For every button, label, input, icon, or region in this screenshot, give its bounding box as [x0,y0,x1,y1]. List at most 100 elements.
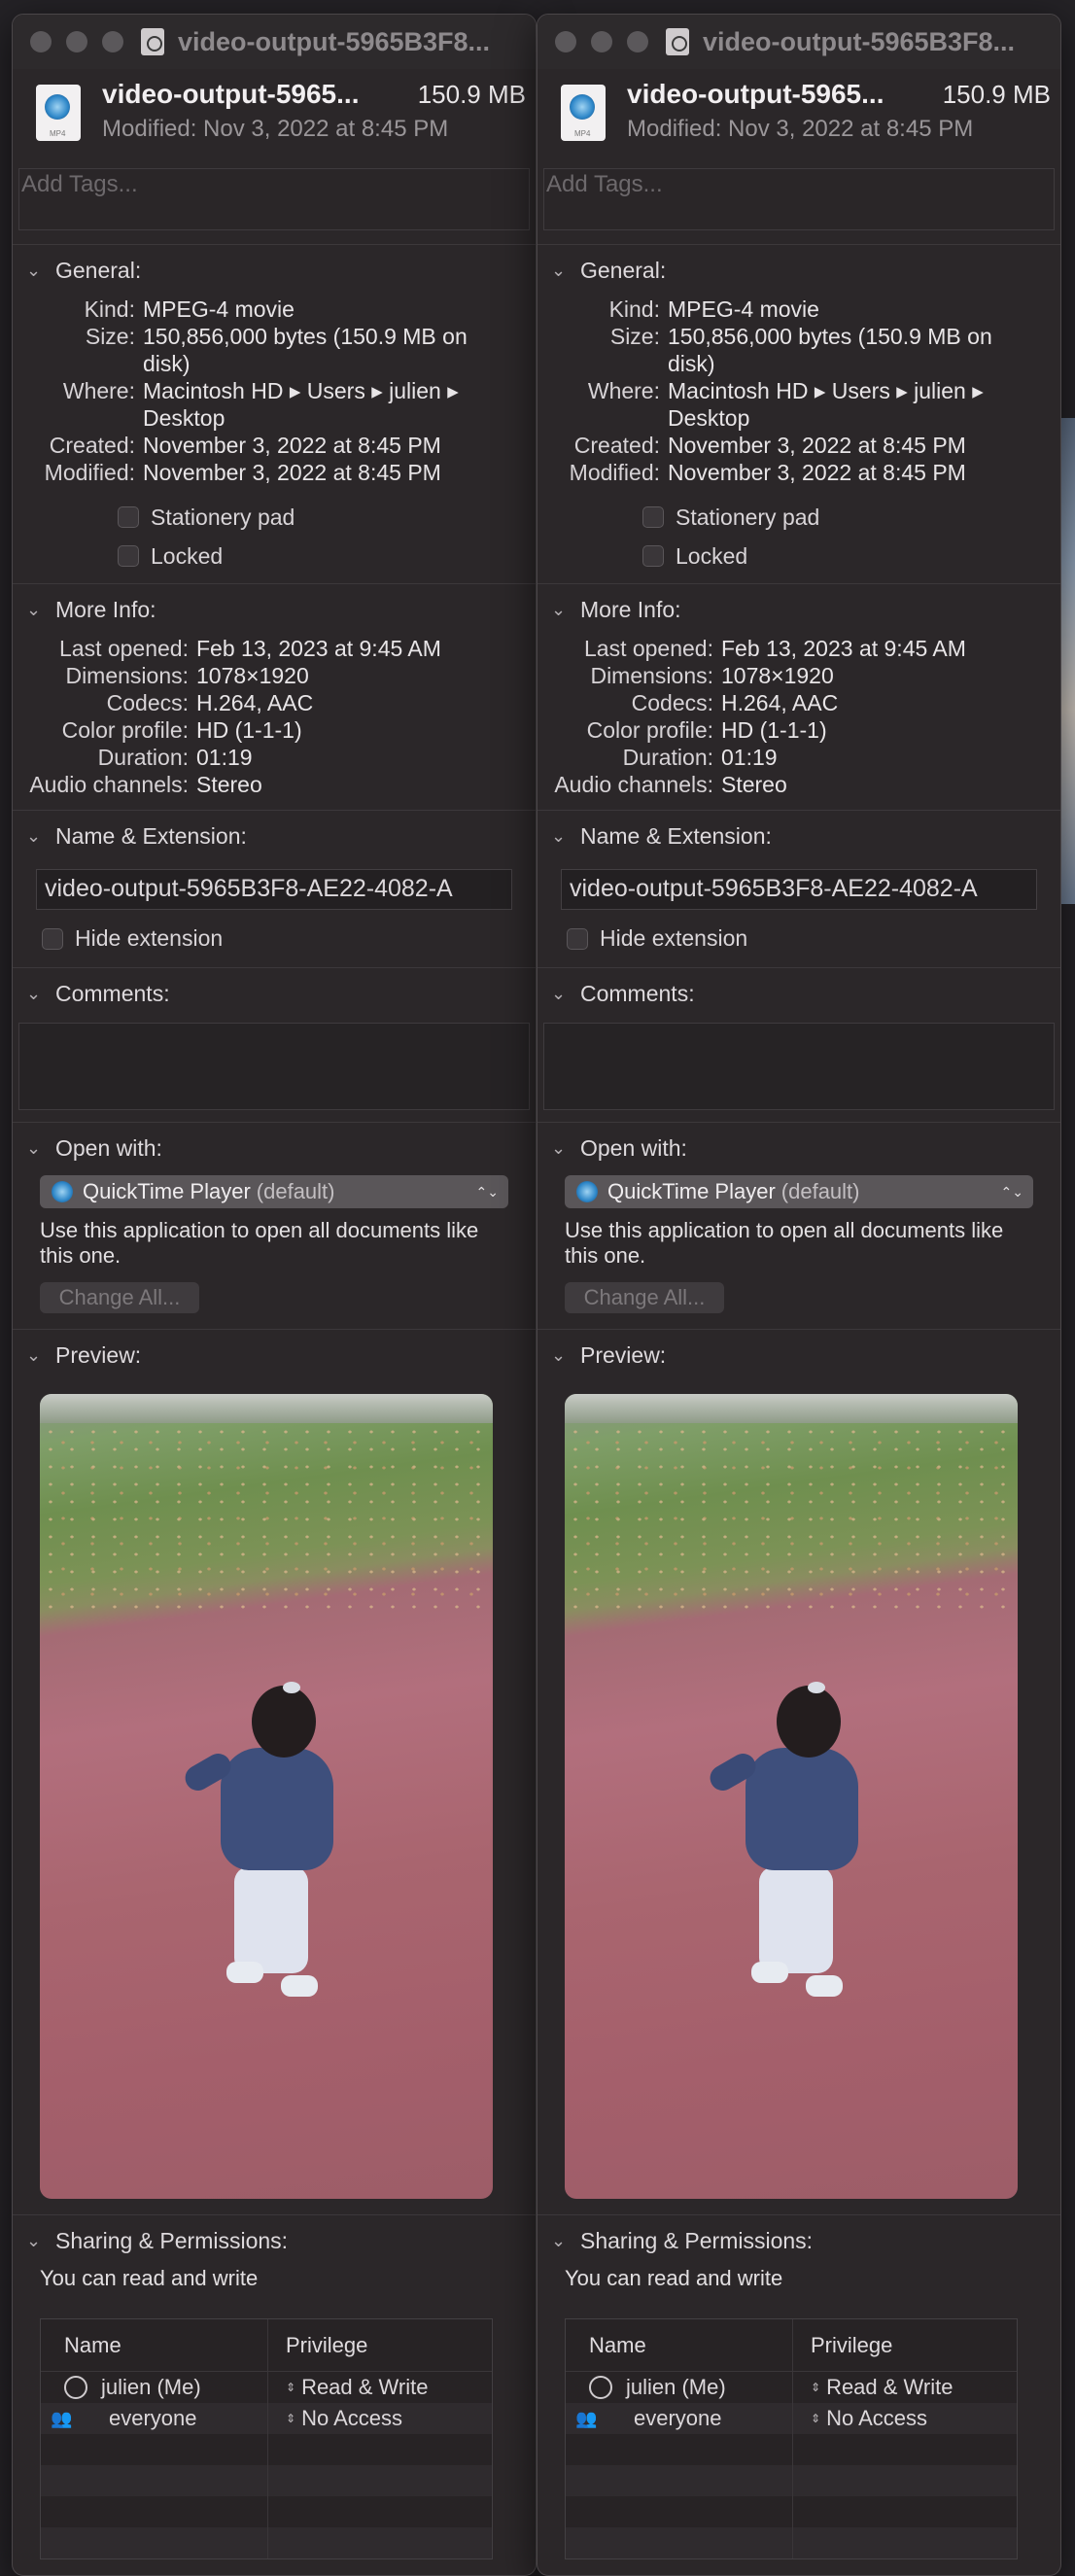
video-preview-image[interactable] [565,1394,1018,2199]
more-info-header[interactable]: ⌄ More Info: [538,584,1060,635]
general-header[interactable]: ⌄ General: [538,245,1060,296]
open-with-description: Use this application to open all documen… [565,1218,1004,1268]
modified-date: Modified: Nov 3, 2022 at 8:45 PM [627,116,974,142]
stationery-checkbox-row[interactable]: Stationery pad [642,498,1060,537]
audio-channels-value: Stereo [721,772,787,797]
hide-extension-checkbox[interactable] [567,927,588,950]
table-row[interactable]: 👥 everyone ⇕ No Access [566,2403,1017,2434]
stationery-checkbox[interactable] [642,506,664,528]
application-select[interactable]: QuickTime Player (default) ⌃⌄ [40,1175,508,1208]
name-column-header[interactable]: Name [41,2319,268,2371]
name-extension-header[interactable]: ⌄ Name & Extension: [538,811,1060,861]
comments-header[interactable]: ⌄ Comments: [538,968,1060,1019]
name-column-header[interactable]: Name [566,2319,793,2371]
duration-label: Duration: [622,745,713,770]
stationery-checkbox-row[interactable]: Stationery pad [118,498,536,537]
change-all-button[interactable]: Change All... [565,1282,724,1313]
section-label: More Info: [580,596,681,622]
chevron-down-icon[interactable]: ⌄ [26,826,55,847]
chevron-down-icon[interactable]: ⌄ [26,600,55,620]
hide-extension-label: Hide extension [75,925,224,951]
locked-checkbox[interactable] [642,545,664,567]
chevron-down-icon[interactable]: ⌄ [26,2231,55,2251]
section-label: General: [580,257,667,283]
file-name-field[interactable]: video-output-5965B3F8-AE22-4082-A [561,869,1037,910]
tags-field[interactable]: Add Tags... [18,168,530,230]
select-arrows-icon[interactable]: ⇕ [811,2412,820,2425]
quicktime-icon [576,1181,598,1202]
preview-header[interactable]: ⌄ Preview: [538,1330,1060,1380]
where-value: Macintosh HD ▸ Users ▸ julien ▸ Desktop [668,378,984,431]
more-info-section: ⌄ More Info: Last opened: Feb 13, 2023 at… [13,583,536,810]
select-arrows-icon[interactable]: ⇕ [811,2381,820,2394]
size-value: 150,856,000 bytes (150.9 MB on disk) [143,324,468,376]
where-value: Macintosh HD ▸ Users ▸ julien ▸ Desktop [143,378,459,431]
chevron-down-icon[interactable]: ⌄ [551,826,580,847]
title-bar[interactable]: video-output-5965B3F8... [538,15,1060,69]
privilege-value[interactable]: Read & Write [301,2375,428,2400]
stationery-label: Stationery pad [151,504,295,530]
section-label: Sharing & Permissions: [580,2227,814,2253]
locked-checkbox-row[interactable]: Locked [118,537,536,575]
sharing-header[interactable]: ⌄ Sharing & Permissions: [538,2215,1060,2266]
privilege-column-header[interactable]: Privilege [268,2319,367,2371]
locked-checkbox-row[interactable]: Locked [642,537,1060,575]
privilege-value[interactable]: Read & Write [826,2375,953,2400]
hide-extension-row[interactable]: Hide extension [567,925,1060,952]
chevron-down-icon[interactable]: ⌄ [26,984,55,1004]
chevron-down-icon[interactable]: ⌄ [551,1345,580,1366]
comments-field[interactable] [543,1023,1055,1110]
color-profile-label: Color profile: [586,717,713,743]
comments-header[interactable]: ⌄ Comments: [13,968,536,1019]
table-row[interactable]: julien (Me) ⇕ Read & Write [41,2372,492,2403]
table-row[interactable]: julien (Me) ⇕ Read & Write [566,2372,1017,2403]
privilege-value[interactable]: No Access [301,2406,402,2431]
application-name: QuickTime Player [83,1179,251,1203]
select-arrows-icon[interactable]: ⇕ [286,2412,295,2425]
name-extension-header[interactable]: ⌄ Name & Extension: [13,811,536,861]
stationery-checkbox[interactable] [118,506,139,528]
privilege-column-header[interactable]: Privilege [793,2319,892,2371]
hide-extension-checkbox[interactable] [42,927,63,950]
chevron-down-icon[interactable]: ⌄ [551,600,580,620]
more-info-header[interactable]: ⌄ More Info: [13,584,536,635]
window-controls [555,31,648,52]
zoom-window-button[interactable] [102,31,123,52]
hide-extension-row[interactable]: Hide extension [42,925,536,952]
chevron-down-icon[interactable]: ⌄ [551,984,580,1004]
locked-checkbox[interactable] [118,545,139,567]
minimize-window-button[interactable] [66,31,87,52]
file-name-field[interactable]: video-output-5965B3F8-AE22-4082-A [36,869,512,910]
application-select[interactable]: QuickTime Player (default) ⌃⌄ [565,1175,1033,1208]
zoom-window-button[interactable] [627,31,648,52]
sharing-status: You can read and write [40,2266,259,2290]
select-arrows-icon[interactable]: ⇕ [286,2381,295,2394]
chevron-down-icon[interactable]: ⌄ [26,1138,55,1159]
chevron-down-icon[interactable]: ⌄ [551,261,580,281]
table-row [41,2465,492,2496]
chevron-down-icon[interactable]: ⌄ [551,2231,580,2251]
where-label: Where: [62,378,135,403]
general-header[interactable]: ⌄ General: [13,245,536,296]
change-all-button[interactable]: Change All... [40,1282,199,1313]
window-controls [30,31,123,52]
preview-header[interactable]: ⌄ Preview: [13,1330,536,1380]
privilege-value[interactable]: No Access [826,2406,927,2431]
chevron-down-icon[interactable]: ⌄ [26,1345,55,1366]
video-preview-image[interactable] [40,1394,493,2199]
mp4-file-icon [561,85,606,141]
tags-field[interactable]: Add Tags... [543,168,1055,230]
close-window-button[interactable] [30,31,52,52]
size-label: Size: [85,324,135,349]
table-row[interactable]: 👥 everyone ⇕ No Access [41,2403,492,2434]
title-bar[interactable]: video-output-5965B3F8... [13,15,536,69]
minimize-window-button[interactable] [591,31,612,52]
chevron-down-icon[interactable]: ⌄ [551,1138,580,1159]
chevron-down-icon[interactable]: ⌄ [26,261,55,281]
kind-label: Kind: [608,296,660,322]
open-with-header[interactable]: ⌄ Open with: [538,1123,1060,1173]
close-window-button[interactable] [555,31,576,52]
comments-field[interactable] [18,1023,530,1110]
open-with-header[interactable]: ⌄ Open with: [13,1123,536,1173]
sharing-header[interactable]: ⌄ Sharing & Permissions: [13,2215,536,2266]
